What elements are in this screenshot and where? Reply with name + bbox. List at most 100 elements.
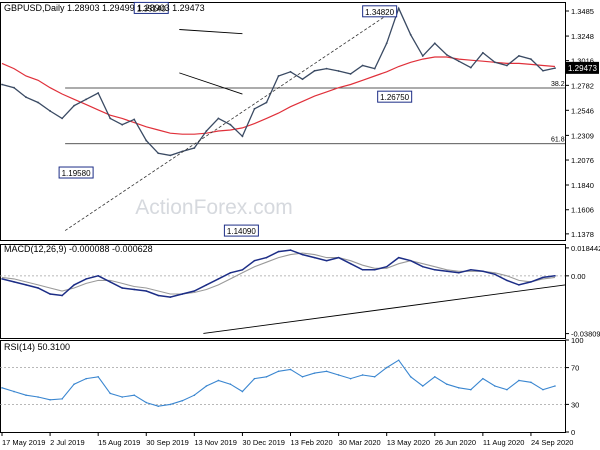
rsi-y-tick-label: 100 [571, 336, 584, 345]
rsi-point [506, 388, 508, 391]
rsi-point [458, 387, 460, 389]
macd-point [169, 296, 172, 298]
price-point [37, 101, 39, 104]
rsi-point [397, 359, 400, 362]
price-point [481, 51, 484, 54]
x-tick-label: 24 Sep 2020 [531, 438, 574, 447]
x-tick-label: 13 May 2020 [387, 438, 430, 447]
macd-point [530, 281, 532, 283]
rsi-point [25, 394, 27, 397]
x-tick-label: 11 Aug 2020 [483, 438, 525, 447]
price-y-tick-label: 1.2309 [571, 131, 594, 140]
price-line [1, 6, 556, 157]
price-point [433, 42, 436, 45]
price-point [421, 55, 424, 57]
macd-point [409, 259, 412, 262]
price-point [554, 67, 556, 70]
rsi-panel-title: RSI(14) 50.3100 [4, 342, 70, 352]
price-point [253, 107, 256, 110]
rsi-point [73, 383, 75, 385]
rsi-point [13, 390, 15, 393]
rsi-point [518, 379, 520, 382]
channel-upper-line [179, 29, 243, 35]
channel-lower-line [179, 72, 243, 95]
price-point [109, 117, 112, 120]
price-point [25, 96, 27, 99]
price-y-tick-label: 1.3248 [571, 32, 594, 41]
rsi-point [337, 374, 340, 376]
price-point [457, 60, 460, 63]
chart-root: ActionForex.com 38.2 61.8 1.35140 1.19580 1.… [0, 0, 600, 450]
macd-point [241, 268, 244, 271]
price-point [229, 123, 232, 126]
price-point [97, 92, 100, 94]
rsi-point [217, 379, 220, 382]
macd-point [109, 281, 111, 283]
macd-point [61, 294, 63, 297]
macd-point [554, 275, 556, 277]
price-point [241, 135, 244, 138]
macd-signal-line [1, 252, 556, 295]
rsi-point [277, 370, 280, 373]
rsi-point [145, 401, 148, 404]
price-point [73, 104, 76, 107]
price-point [361, 64, 364, 67]
price-point [397, 7, 400, 10]
price-point [385, 42, 388, 45]
macd-point [133, 288, 136, 291]
rsi-point [289, 368, 292, 371]
price-point [289, 70, 292, 73]
rsi-point [385, 366, 388, 369]
price-point [169, 154, 172, 157]
macd-point [482, 270, 484, 273]
price-annotation-label: 1.26750 [380, 93, 409, 102]
rsi-y-tick-label: 70 [571, 364, 579, 373]
macd-point [205, 284, 208, 286]
rsi-point [409, 376, 412, 378]
rsi-point [325, 370, 328, 373]
price-point [518, 55, 520, 57]
price-y-tick-label: 1.2546 [571, 106, 594, 115]
macd-point [229, 272, 232, 274]
fib-level-label: 61.8 [551, 137, 565, 144]
price-annotation-label: 1.34820 [365, 8, 394, 17]
price-point [277, 75, 280, 77]
price-point [217, 117, 220, 120]
price-point [13, 86, 15, 89]
macd-point [337, 256, 340, 259]
price-point [265, 101, 268, 104]
chart-svg: ActionForex.com 38.261.81.351401.195801.… [0, 1, 600, 447]
price-point [145, 139, 148, 142]
macd-point [361, 268, 364, 271]
macd-point [542, 276, 544, 279]
x-tick-label: 30 Sep 2019 [146, 438, 189, 447]
macd-point [13, 281, 15, 283]
macd-point [301, 253, 304, 256]
rsi-point [433, 376, 436, 378]
macd-point [1, 278, 3, 280]
rsi-point [229, 383, 232, 385]
rsi-y-tick-label: 30 [571, 400, 579, 409]
macd-trendline [203, 284, 566, 334]
price-point [349, 73, 352, 75]
macd-point [385, 265, 388, 268]
rsi-point [85, 377, 87, 380]
rsi-point [193, 394, 196, 397]
macd-point [289, 249, 292, 251]
price-point [506, 64, 508, 67]
price-point [445, 53, 448, 56]
rsi-point [482, 377, 484, 380]
price-point [205, 130, 208, 132]
macd-point [325, 259, 328, 262]
rsi-point [301, 376, 304, 378]
macd-point [85, 278, 87, 280]
axis-layer: 1.3485 1.3248 1.3016 1.2782 1.2546 1.2309 1.20… [1, 7, 600, 447]
price-y-tick-label: 1.2782 [571, 81, 594, 90]
rsi-point [421, 385, 424, 387]
rsi-point [169, 403, 172, 406]
macd-point [121, 287, 124, 289]
rsi-point [373, 376, 376, 378]
rsi-point [121, 396, 124, 398]
rsi-line [1, 359, 556, 407]
rsi-point [97, 376, 99, 378]
